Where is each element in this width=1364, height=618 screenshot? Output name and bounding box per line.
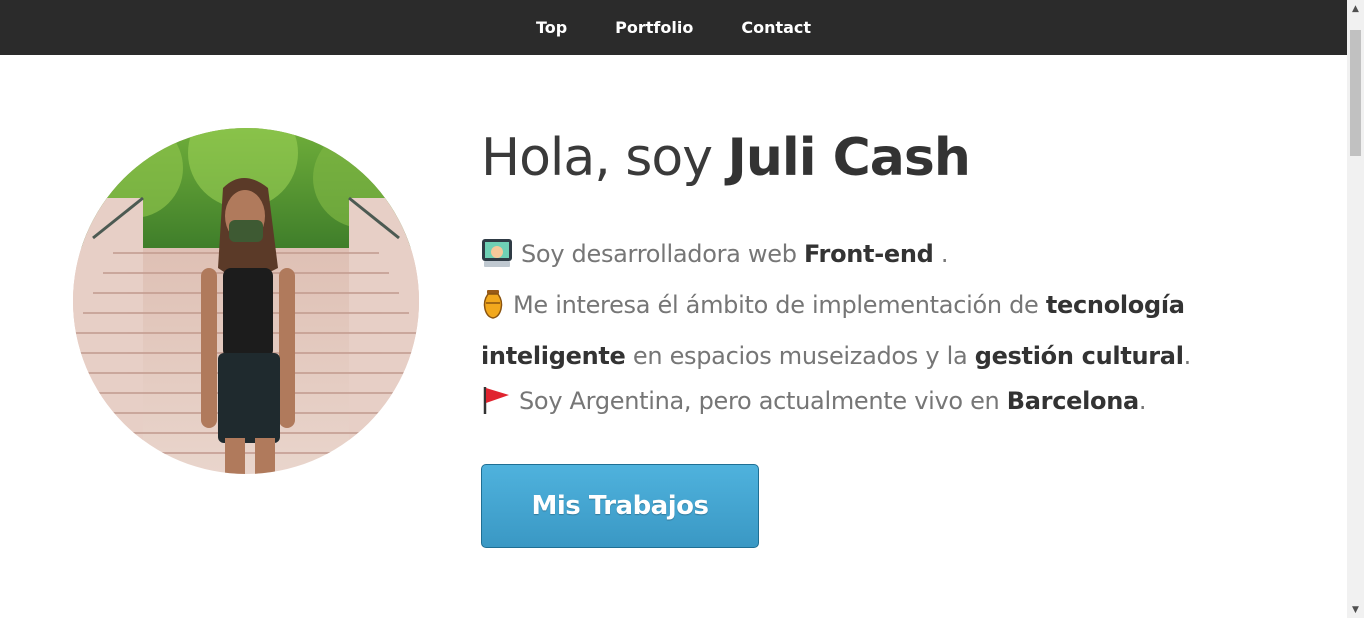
vertical-scrollbar[interactable]: ▲ ▼ xyxy=(1347,0,1364,618)
bio-line3-prefix: Soy Argentina, pero actualmente vivo en xyxy=(519,387,1000,415)
hero-title: Hola, soy Juli Cash xyxy=(481,128,971,188)
nav-link-portfolio[interactable]: Portfolio xyxy=(615,0,693,55)
bio-line2-bold2: gestión cultural xyxy=(974,342,1184,370)
bio-line-location: Soy Argentina, pero actualmente vivo en … xyxy=(481,379,1201,430)
bio-section: Soy desarrolladora web Front-end . Me in… xyxy=(481,232,1201,430)
nav-link-contact[interactable]: Contact xyxy=(741,0,811,55)
scroll-thumb[interactable] xyxy=(1350,30,1361,156)
nav-link-top[interactable]: Top xyxy=(536,0,567,55)
my-works-button[interactable]: Mis Trabajos xyxy=(481,464,759,548)
bio-line-developer: Soy desarrolladora web Front-end . xyxy=(481,232,1201,283)
bio-line2-middle: en espacios museizados y la xyxy=(632,342,968,370)
bio-line1-text: Soy desarrolladora web xyxy=(521,240,797,268)
scroll-down-arrow-icon[interactable]: ▼ xyxy=(1347,601,1364,618)
scroll-up-arrow-icon[interactable]: ▲ xyxy=(1347,0,1364,17)
red-flag-emoji-icon xyxy=(481,385,511,430)
bio-line2-suffix: . xyxy=(1183,342,1192,370)
bio-line1-bold: Front-end xyxy=(803,240,934,268)
top-navbar: Top Portfolio Contact xyxy=(0,0,1347,55)
bio-line3-suffix: . xyxy=(1138,387,1147,415)
amphora-emoji-icon xyxy=(481,289,505,334)
bio-line1-suffix: . xyxy=(940,240,949,268)
profile-photo xyxy=(73,128,419,474)
greeting-text: Hola, soy xyxy=(481,128,713,188)
bio-line-interests: Me interesa él ámbito de implementación … xyxy=(481,283,1201,379)
computer-emoji-icon xyxy=(481,238,513,283)
bio-line2-prefix: Me interesa él ámbito de implementación … xyxy=(513,291,1039,319)
bio-line3-bold: Barcelona xyxy=(1006,387,1139,415)
owner-name: Juli Cash xyxy=(727,128,971,188)
